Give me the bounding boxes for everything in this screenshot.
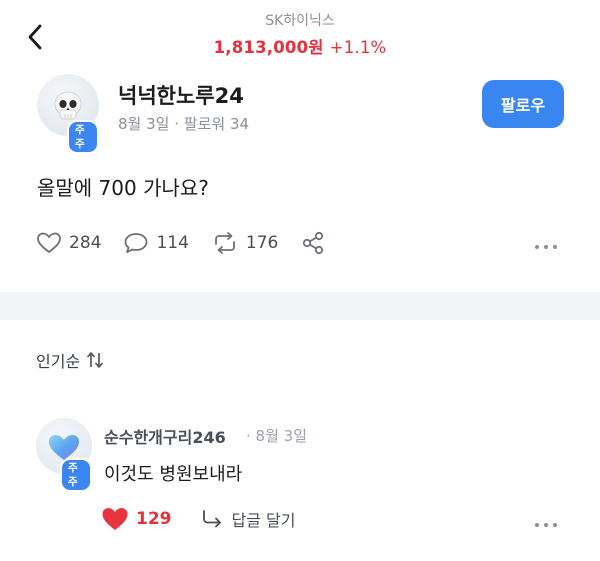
sort-arrows-icon: [87, 352, 104, 368]
post-body: 올말에 700 가나요?: [37, 176, 209, 200]
share-icon: [303, 231, 324, 255]
post-meta: 8월 3일 · 팔로워 34: [118, 113, 249, 134]
comment-date: · 8월 3일: [246, 427, 307, 445]
avatar[interactable]: 주주: [37, 74, 99, 154]
follow-button[interactable]: 팔로우: [482, 80, 564, 128]
comment-bubble-icon: [125, 233, 148, 253]
comment-body: 이것도 병원보내라: [104, 464, 243, 485]
author-name[interactable]: 넉넉한노루24: [118, 80, 244, 110]
post-date: 8월 3일: [118, 115, 170, 133]
comment-button[interactable]: 114: [123, 231, 189, 255]
price-change: +1.1%: [329, 38, 387, 57]
heart-filled-icon: [102, 508, 128, 530]
shareholder-badge: 주주: [67, 120, 99, 154]
follower-count: 팔로워 34: [183, 115, 250, 133]
sort-label: 인기순: [36, 352, 81, 371]
shareholder-badge: 주주: [60, 458, 92, 492]
sort-toggle[interactable]: 인기순: [36, 348, 106, 372]
stock-header: SK하이닉스 1,813,000원 +1.1%: [0, 0, 600, 64]
reply-button[interactable]: 답글 달기: [200, 507, 296, 531]
stock-name[interactable]: SK하이닉스: [0, 10, 600, 30]
comment-actions: 129 답글 달기: [100, 504, 295, 534]
share-button[interactable]: [300, 231, 326, 255]
more-icon[interactable]: [534, 236, 558, 255]
more-icon[interactable]: [534, 514, 558, 533]
repost-button[interactable]: 176: [211, 231, 278, 255]
comment-like-count: 129: [136, 509, 172, 529]
like-count: 284: [69, 233, 102, 253]
meta-separator: ·: [169, 115, 184, 133]
section-divider: [0, 292, 600, 320]
reply-label: 답글 달기: [231, 511, 296, 530]
comment-count: 114: [156, 233, 189, 253]
comment-author[interactable]: 순수한개구리246: [104, 424, 226, 448]
post-actions: 284 114 176: [36, 228, 348, 258]
price-value: 1,813,000원: [213, 38, 324, 57]
repost-count: 176: [245, 233, 279, 253]
heart-outline-icon: [37, 232, 61, 253]
comment-avatar[interactable]: 주주: [36, 418, 92, 492]
stock-price: 1,813,000원 +1.1%: [0, 34, 600, 58]
like-button[interactable]: 284: [36, 231, 101, 255]
comment-like-button[interactable]: 129: [100, 505, 172, 533]
repost-icon: [215, 232, 235, 254]
reply-arrow-icon: [202, 510, 221, 528]
